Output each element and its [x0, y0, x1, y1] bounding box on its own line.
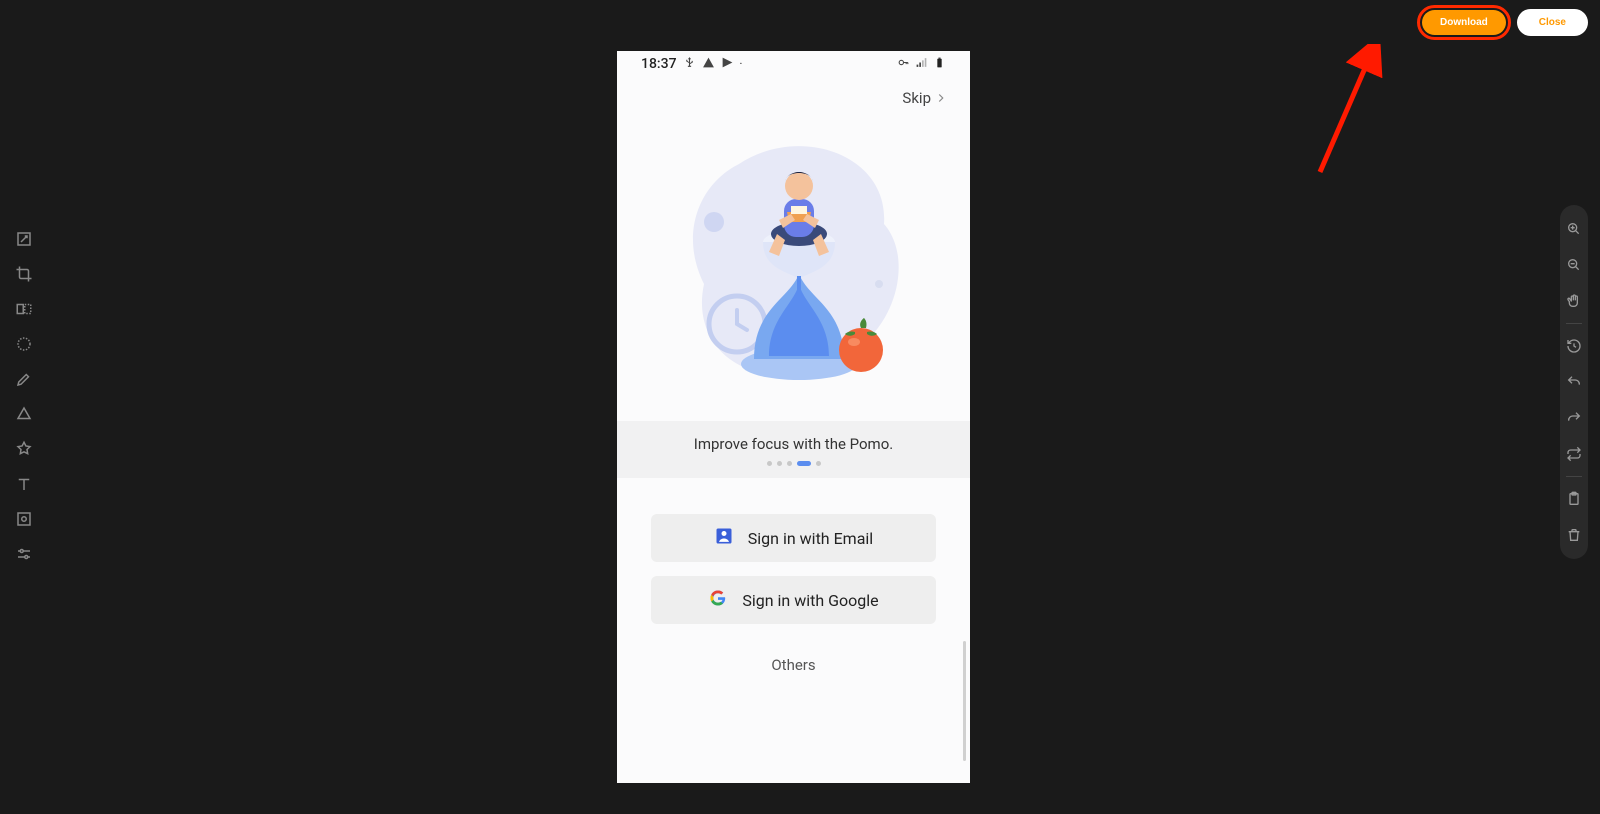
- others-label: Others: [771, 656, 815, 674]
- zoom-in-icon[interactable]: [1564, 219, 1584, 239]
- signin-google-label: Sign in with Google: [742, 591, 878, 610]
- page-dot[interactable]: [767, 461, 772, 466]
- zoom-out-icon[interactable]: [1564, 255, 1584, 275]
- crop-icon[interactable]: [12, 263, 36, 285]
- history-icon[interactable]: [1564, 336, 1584, 356]
- reset-icon[interactable]: [1564, 444, 1584, 464]
- rotate-icon[interactable]: [12, 333, 36, 355]
- phone-screenshot: 18:37 · Skip: [617, 51, 970, 783]
- page-dot[interactable]: [787, 461, 792, 466]
- status-bar: 18:37 ·: [617, 51, 970, 77]
- close-button[interactable]: Close: [1517, 9, 1588, 36]
- undo-icon[interactable]: [1564, 372, 1584, 392]
- dot-icon: ·: [740, 59, 743, 70]
- annotation-arrow-icon: [1310, 44, 1400, 184]
- text-icon[interactable]: [12, 473, 36, 495]
- chevron-right-icon: [934, 91, 948, 105]
- page-dot[interactable]: [777, 461, 782, 466]
- download-button[interactable]: Download: [1422, 10, 1506, 35]
- signal-icon: [915, 56, 928, 73]
- vpn-icon: [897, 56, 910, 73]
- flip-icon[interactable]: [12, 298, 36, 320]
- left-toolbar: [12, 228, 36, 565]
- signin-button-area: Sign in with Email Sign in with Google O…: [617, 478, 970, 674]
- onboarding-caption: Improve focus with the Pomo.: [617, 435, 970, 453]
- toolbar-divider: [1566, 476, 1582, 477]
- redo-icon[interactable]: [1564, 408, 1584, 428]
- signin-email-button[interactable]: Sign in with Email: [651, 514, 936, 562]
- signin-google-button[interactable]: Sign in with Google: [651, 576, 936, 624]
- google-icon: [708, 588, 728, 612]
- toolbar-divider: [1566, 323, 1582, 324]
- skip-label: Skip: [902, 89, 931, 107]
- email-icon: [714, 526, 734, 550]
- signin-email-label: Sign in with Email: [748, 529, 873, 548]
- phone-scrollbar[interactable]: [963, 641, 966, 761]
- adjust-icon[interactable]: [12, 543, 36, 565]
- others-button[interactable]: Others: [651, 656, 936, 674]
- download-highlight: Download: [1417, 5, 1511, 40]
- right-toolbar: [1560, 205, 1588, 559]
- caption-bar: Improve focus with the Pomo.: [617, 421, 970, 478]
- resize-icon[interactable]: [12, 228, 36, 250]
- play-store-icon: [721, 56, 734, 73]
- star-icon[interactable]: [12, 438, 36, 460]
- skip-button[interactable]: Skip: [617, 77, 970, 107]
- onboarding-illustration: [617, 107, 970, 421]
- page-dot-active[interactable]: [797, 461, 811, 466]
- top-right-buttons: Download Close: [1417, 5, 1588, 40]
- clipboard-icon[interactable]: [1564, 489, 1584, 509]
- page-dot[interactable]: [816, 461, 821, 466]
- shape-icon[interactable]: [12, 403, 36, 425]
- usb-icon: [683, 56, 696, 73]
- battery-icon: [933, 56, 946, 73]
- status-time: 18:37: [641, 56, 677, 72]
- pagination-dots: [617, 461, 970, 472]
- warning-icon: [702, 56, 715, 73]
- pencil-icon[interactable]: [12, 368, 36, 390]
- frame-icon[interactable]: [12, 508, 36, 530]
- trash-icon[interactable]: [1564, 525, 1584, 545]
- hand-icon[interactable]: [1564, 291, 1584, 311]
